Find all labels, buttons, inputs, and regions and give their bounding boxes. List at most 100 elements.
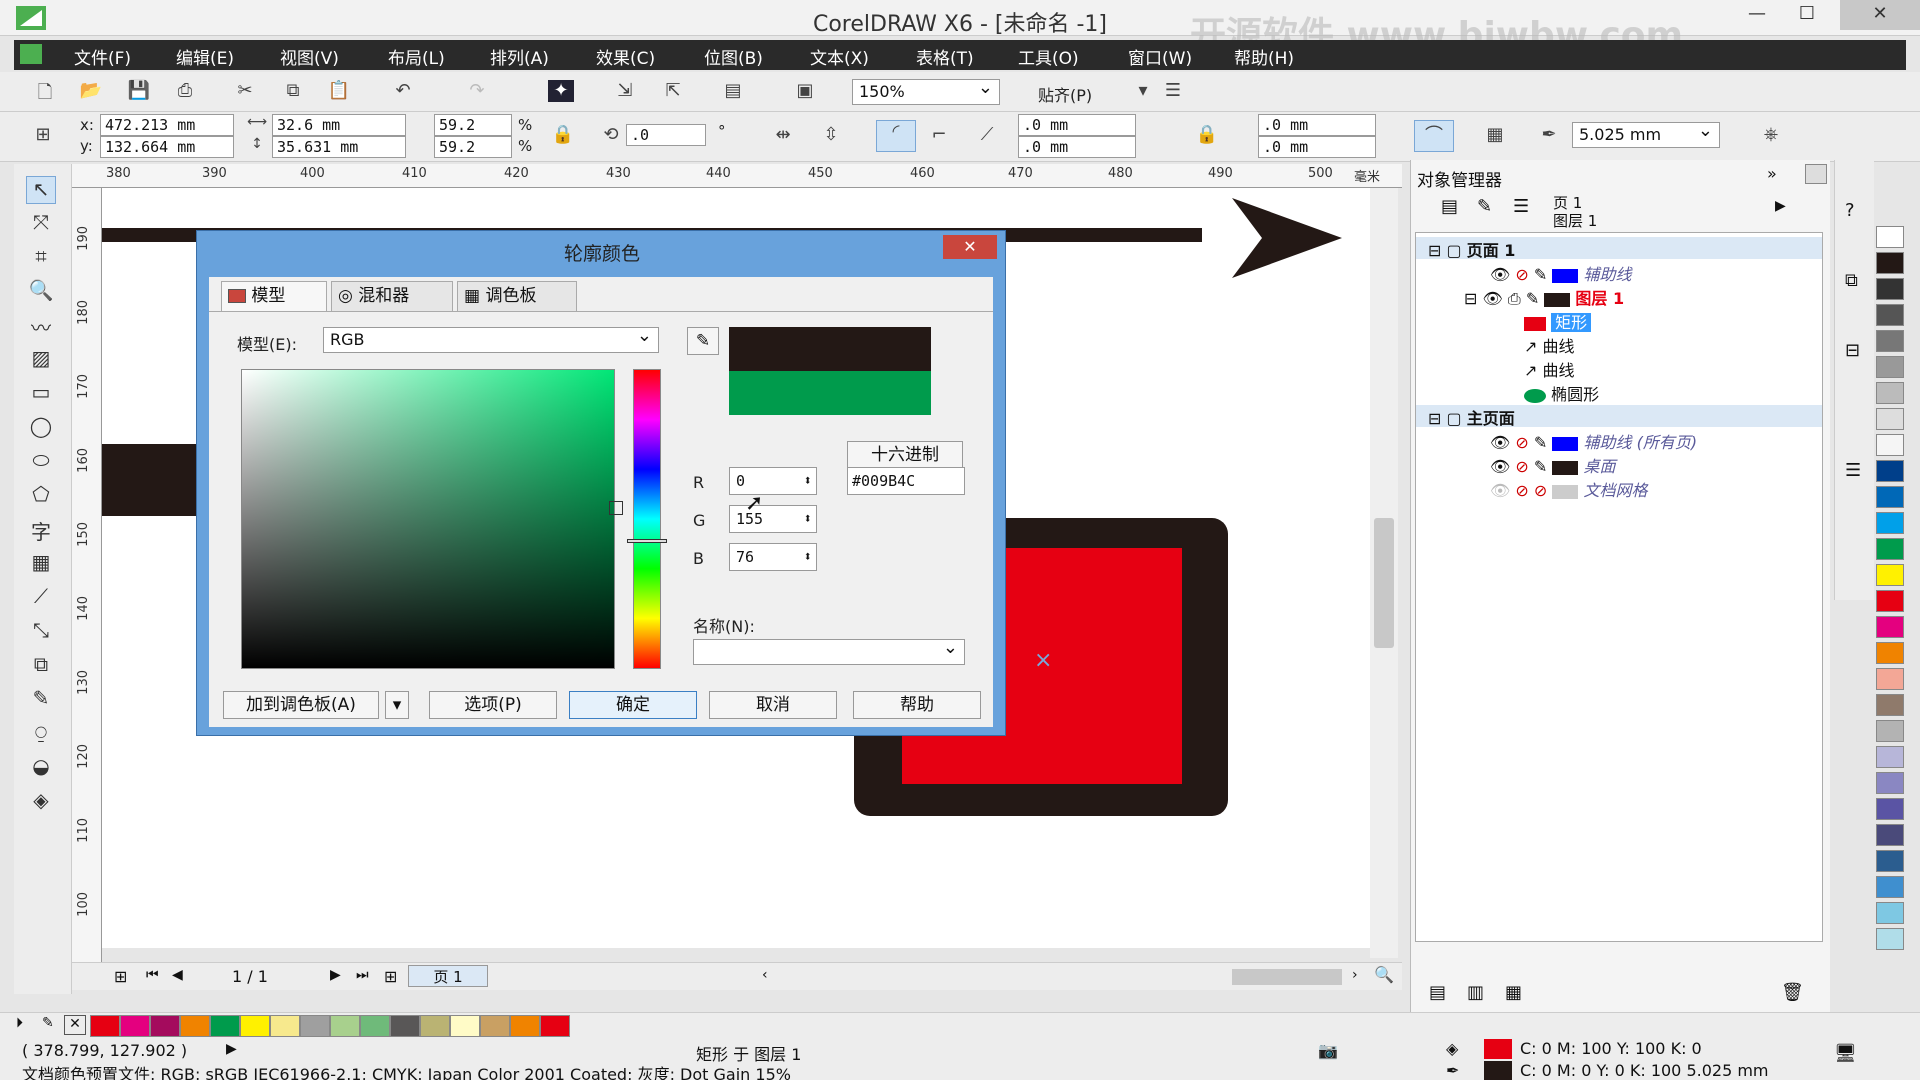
tree-ellipse[interactable]: 椭圆形 [1524, 381, 1599, 404]
palette-swatch[interactable] [1876, 590, 1904, 612]
tree-curve[interactable]: ↗ 曲线 [1524, 333, 1575, 356]
new-master-all-pages-icon[interactable]: ▦ [1505, 982, 1522, 1003]
y-position-field[interactable]: 132.664 mm [100, 136, 234, 158]
tree-curve[interactable]: ↗ 曲线 [1524, 357, 1575, 380]
fullscreen-icon[interactable]: ▣ [792, 80, 818, 102]
menu-view[interactable]: 视图(V) [280, 44, 339, 69]
scale-corners-icon[interactable]: ⌒ [1414, 120, 1454, 152]
round-corner-icon[interactable]: ◜ [876, 120, 916, 152]
add-page-before-icon[interactable]: ⊞ [114, 967, 127, 986]
scalloped-corner-icon[interactable]: ⌐ [926, 124, 952, 146]
fill-tool-icon[interactable]: ◒ [26, 754, 56, 782]
collapse-icon[interactable]: ⊟ [1464, 289, 1477, 308]
add-palette-dropdown-icon[interactable]: ▾ [385, 691, 409, 719]
hex-value-field[interactable]: #009B4C [847, 467, 965, 495]
color-field-handle[interactable] [609, 501, 623, 515]
snap-dropdown-icon[interactable]: ▾ [1130, 80, 1156, 102]
document-palette-swatch[interactable] [90, 1015, 120, 1037]
document-palette-swatch[interactable] [300, 1015, 330, 1037]
snap-to-button[interactable]: 贴齐(P) [1038, 82, 1092, 106]
tab-model[interactable]: 模型 [221, 281, 327, 311]
palette-swatch[interactable] [1876, 538, 1904, 560]
align-tab-icon[interactable]: ⊟ [1845, 340, 1860, 361]
first-page-icon[interactable]: ⏮ [146, 967, 159, 983]
palette-swatch[interactable] [1876, 382, 1904, 404]
palette-swatch[interactable] [1876, 668, 1904, 690]
outline-color-swatch[interactable] [1484, 1061, 1512, 1080]
menu-help[interactable]: 帮助(H) [1234, 44, 1294, 69]
scale-x-field[interactable]: 59.2 [434, 114, 512, 136]
transform-tab-icon[interactable]: ⧉ [1845, 270, 1858, 291]
scroll-left-icon[interactable]: ‹ [762, 967, 768, 983]
document-palette-swatch[interactable] [360, 1015, 390, 1037]
docker-minimize-button[interactable] [1805, 164, 1827, 184]
palette-swatch[interactable] [1876, 642, 1904, 664]
new-icon[interactable]: 🗋 [32, 80, 58, 103]
palette-swatch[interactable] [1876, 486, 1904, 508]
options-icon[interactable]: ☰ [1160, 80, 1186, 102]
last-page-icon[interactable]: ⏭ [356, 967, 369, 983]
ellipse-tool-icon[interactable]: ◯ [26, 414, 56, 442]
black-bar-shape[interactable] [102, 444, 198, 516]
tree-guides-all-pages[interactable]: 👁 ⊘ ✎ 辅助线 (所有页) [1490, 429, 1697, 452]
document-palette-swatch[interactable] [270, 1015, 300, 1037]
document-palette-swatch[interactable] [120, 1015, 150, 1037]
corner-radius-bl-field[interactable]: .0 mm [1018, 136, 1136, 158]
lock-ratio-icon[interactable]: 🔒 [550, 124, 576, 146]
palette-swatch[interactable] [1876, 928, 1904, 950]
hue-slider-handle[interactable] [627, 539, 667, 543]
corner-radius-tl-field[interactable]: .0 mm [1018, 114, 1136, 136]
rectangle-tool-icon[interactable]: ▭ [26, 380, 56, 408]
palette-eyedropper-icon[interactable]: ✎ [42, 1015, 54, 1031]
cut-icon[interactable]: ✂ [232, 80, 258, 102]
print-disabled-icon[interactable]: ⊘ [1515, 265, 1528, 284]
height-field[interactable]: 35.631 mm [272, 136, 406, 158]
menu-tools[interactable]: 工具(O) [1018, 44, 1079, 69]
tree-document-grid[interactable]: 👁 ⊘ ⊘ 文档网格 [1490, 477, 1648, 500]
x-position-field[interactable]: 472.213 mm [100, 114, 234, 136]
connector-tool-icon[interactable]: ⤡ [26, 618, 56, 646]
eye-icon[interactable]: 👁 [1490, 433, 1510, 452]
position-origin-icon[interactable]: ⊞ [30, 124, 56, 146]
polygon-tool-icon[interactable]: ⬭ [26, 448, 56, 476]
document-palette-swatch[interactable] [330, 1015, 360, 1037]
menu-window[interactable]: 窗口(W) [1128, 44, 1192, 69]
search-content-icon[interactable]: ✦ [548, 80, 574, 102]
color-name-dropdown[interactable] [693, 636, 965, 665]
palette-swatch[interactable] [1876, 824, 1904, 846]
print-icon[interactable]: ⎙ [172, 80, 198, 102]
redo-icon[interactable]: ↷ [464, 80, 490, 102]
tree-desktop[interactable]: 👁 ⊘ ✎ 桌面 [1490, 453, 1616, 476]
document-palette-swatch[interactable] [240, 1015, 270, 1037]
horizontal-ruler[interactable]: 380 390 400 410 420 430 440 450 460 470 … [72, 164, 1402, 188]
palette-swatch[interactable] [1876, 356, 1904, 378]
edit-across-layers-icon[interactable]: ✎ [1477, 196, 1492, 217]
copy-icon[interactable]: ⧉ [280, 80, 306, 102]
mirror-horizontal-icon[interactable]: ⇹ [770, 124, 796, 146]
export-icon[interactable]: ⇱ [660, 80, 686, 102]
table-tool-icon[interactable]: ▦ [26, 550, 56, 578]
next-page-icon[interactable]: ▶ [330, 967, 341, 983]
menu-text[interactable]: 文本(X) [810, 44, 869, 69]
basic-shapes-tool-icon[interactable]: ⬠ [26, 482, 56, 510]
zoom-navigator-icon[interactable]: 🔍 [1374, 965, 1394, 984]
palette-swatch[interactable] [1876, 226, 1904, 248]
pick-tool-icon[interactable]: ↖ [26, 176, 56, 204]
blend-tool-icon[interactable]: ⧉ [26, 652, 56, 680]
save-icon[interactable]: 💾 [126, 80, 152, 102]
palette-swatch[interactable] [1876, 694, 1904, 716]
smart-fill-tool-icon[interactable]: ▨ [26, 346, 56, 374]
palette-play-icon[interactable]: ⏵ [16, 1015, 23, 1031]
outline-width-dropdown[interactable]: 5.025 mm [1572, 119, 1720, 148]
tab-palette[interactable]: ▦ 调色板 [457, 281, 577, 311]
edit-corners-together-icon[interactable]: 🔒 [1194, 124, 1220, 146]
r-value-field[interactable]: 0 [729, 467, 817, 495]
palette-swatch[interactable] [1876, 434, 1904, 456]
menu-file[interactable]: 文件(F) [74, 44, 131, 69]
print-disabled-icon[interactable]: ⊘ [1515, 481, 1528, 500]
color-model-dropdown[interactable]: RGB [323, 324, 659, 353]
help-button[interactable]: 帮助 [853, 691, 981, 719]
camera-icon[interactable]: 📷 [1318, 1041, 1338, 1060]
corner-radius-tr-field[interactable]: .0 mm [1258, 114, 1376, 136]
palette-swatch[interactable] [1876, 876, 1904, 898]
